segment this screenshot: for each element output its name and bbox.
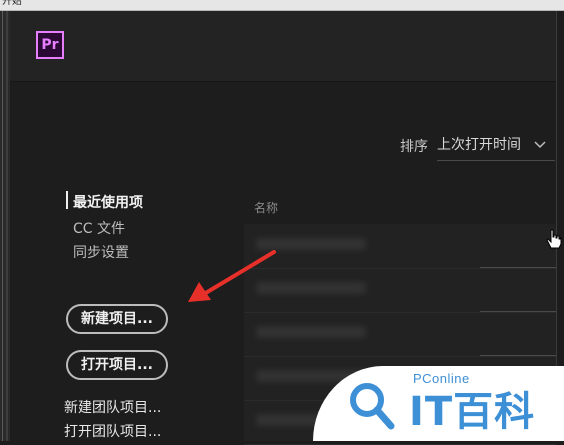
sort-selected-value: 上次打开时间 <box>437 137 521 153</box>
window-left-frame <box>0 11 10 441</box>
blurred-project-name <box>256 326 366 338</box>
new-project-button[interactable]: 新建项目... <box>66 304 168 334</box>
divider <box>480 355 556 356</box>
column-header-name[interactable]: 名称 <box>254 199 278 216</box>
pconline-watermark: PConline IT百科 <box>313 366 564 441</box>
open-team-project-link[interactable]: 打开团队项目... <box>64 421 161 441</box>
app-header: Pr <box>10 11 556 82</box>
chevron-down-icon <box>534 141 546 149</box>
nav-item-recent[interactable]: 最近使用项 <box>73 192 143 212</box>
list-item[interactable] <box>244 224 556 269</box>
premiere-logo-icon: Pr <box>36 31 64 59</box>
divider <box>480 267 556 268</box>
search-magnifier-logo-icon <box>350 383 395 430</box>
nav-item-cc-files[interactable]: CC 文件 <box>73 218 125 238</box>
open-project-button[interactable]: 打开项目... <box>66 350 168 380</box>
red-arrow-annotation-icon <box>188 250 276 302</box>
watermark-brand-text: IT百科 <box>409 389 536 435</box>
sort-label: 排序 <box>400 139 428 155</box>
list-item[interactable] <box>244 268 556 313</box>
watermark-top-text: PConline <box>413 371 470 386</box>
nav-active-indicator <box>66 191 68 209</box>
window-title: 开始 <box>2 0 22 7</box>
sort-dropdown[interactable]: 上次打开时间 <box>437 130 555 161</box>
divider <box>480 311 556 312</box>
nav-item-sync-settings[interactable]: 同步设置 <box>73 242 129 262</box>
window-titlebar: 开始 <box>0 0 564 11</box>
new-team-project-link[interactable]: 新建团队项目... <box>64 397 161 417</box>
list-item[interactable] <box>244 312 556 357</box>
hand-cursor-icon <box>546 229 562 249</box>
